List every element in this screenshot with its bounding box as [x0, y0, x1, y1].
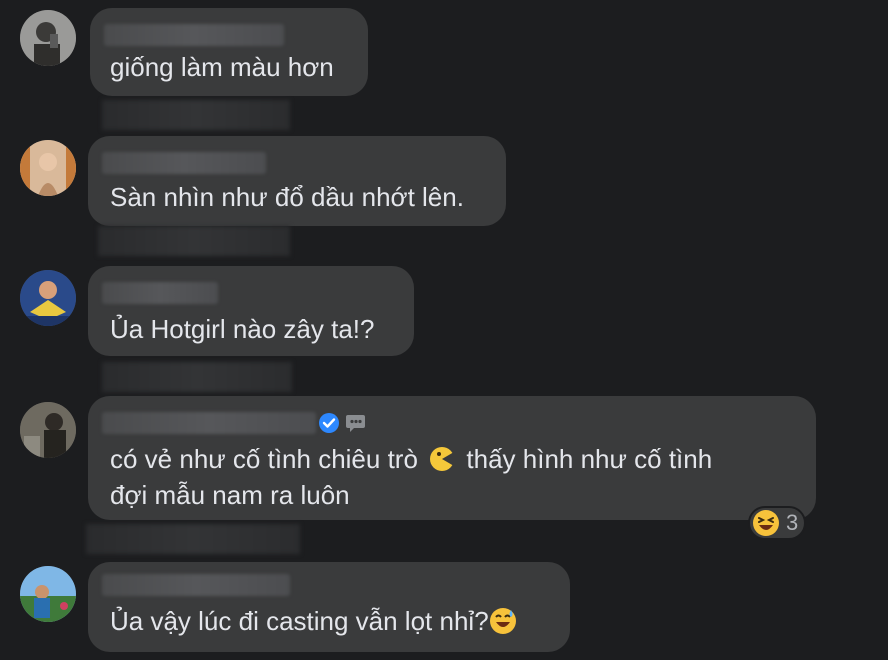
comment-text-part1: có vẻ như cố tình chiêu trò	[110, 444, 418, 474]
commenter-name-redacted[interactable]	[102, 282, 218, 304]
top-fan-badge-icon[interactable]	[344, 412, 368, 434]
comment-bubble: Ủa vậy lúc đi casting vẫn lọt nhỉ?	[88, 562, 570, 652]
comment-bubble: có vẻ như cố tình chiêu trò thấy hình nh…	[88, 396, 816, 520]
user-avatar-icon[interactable]	[20, 270, 76, 326]
user-avatar-icon[interactable]	[20, 566, 76, 622]
laughing-emoji-icon	[752, 509, 780, 537]
comment-bubble: Ủa Hotgirl nào zây ta!?	[88, 266, 414, 356]
sweat-smile-emoji	[489, 607, 517, 635]
commenter-name-redacted[interactable]	[104, 24, 284, 46]
reaction-summary[interactable]: 3	[748, 506, 807, 540]
comment-actions-redacted	[102, 100, 290, 130]
pacman-face-emoji	[429, 446, 455, 472]
comment-item: Ủa Hotgirl nào zây ta!?	[0, 260, 888, 392]
comment-text: giống làm màu hơn	[110, 52, 334, 82]
comment-actions-redacted	[98, 226, 290, 256]
commenter-name-redacted[interactable]	[102, 152, 266, 174]
commenter-name-redacted[interactable]	[102, 574, 290, 596]
comment-text-part2: thấy hình như cố tình	[466, 444, 713, 474]
verified-badge-icon	[318, 412, 340, 434]
commenter-name-redacted[interactable]	[102, 412, 316, 434]
comment-bubble: giống làm màu hơn	[90, 8, 368, 96]
comment-text: Sàn nhìn như đổ dầu nhớt lên.	[110, 182, 464, 212]
comment-actions-redacted	[102, 362, 292, 392]
comment-text: có vẻ như cố tình chiêu trò thấy hình nh…	[110, 442, 712, 476]
comment-actions-redacted	[86, 524, 300, 554]
comment-item: có vẻ như cố tình chiêu trò thấy hình nh…	[0, 390, 888, 560]
user-avatar-icon[interactable]	[20, 10, 76, 66]
comment-item: Sàn nhìn như đổ dầu nhớt lên.	[0, 130, 888, 260]
comment-text: Ủa Hotgirl nào zây ta!?	[110, 314, 375, 344]
comment-item: Ủa vậy lúc đi casting vẫn lọt nhỉ?	[0, 560, 888, 660]
user-avatar-icon[interactable]	[20, 402, 76, 458]
comment-text-body: Ủa vậy lúc đi casting vẫn lọt nhỉ?	[110, 606, 489, 636]
comment-bubble: Sàn nhìn như đổ dầu nhớt lên.	[88, 136, 506, 226]
reaction-count: 3	[786, 510, 799, 535]
comment-text-line2: đợi mẫu nam ra luôn	[110, 480, 350, 510]
comment-item: giống làm màu hơn	[0, 0, 888, 130]
user-avatar-icon[interactable]	[20, 140, 76, 196]
comment-text: Ủa vậy lúc đi casting vẫn lọt nhỉ?	[110, 604, 517, 638]
